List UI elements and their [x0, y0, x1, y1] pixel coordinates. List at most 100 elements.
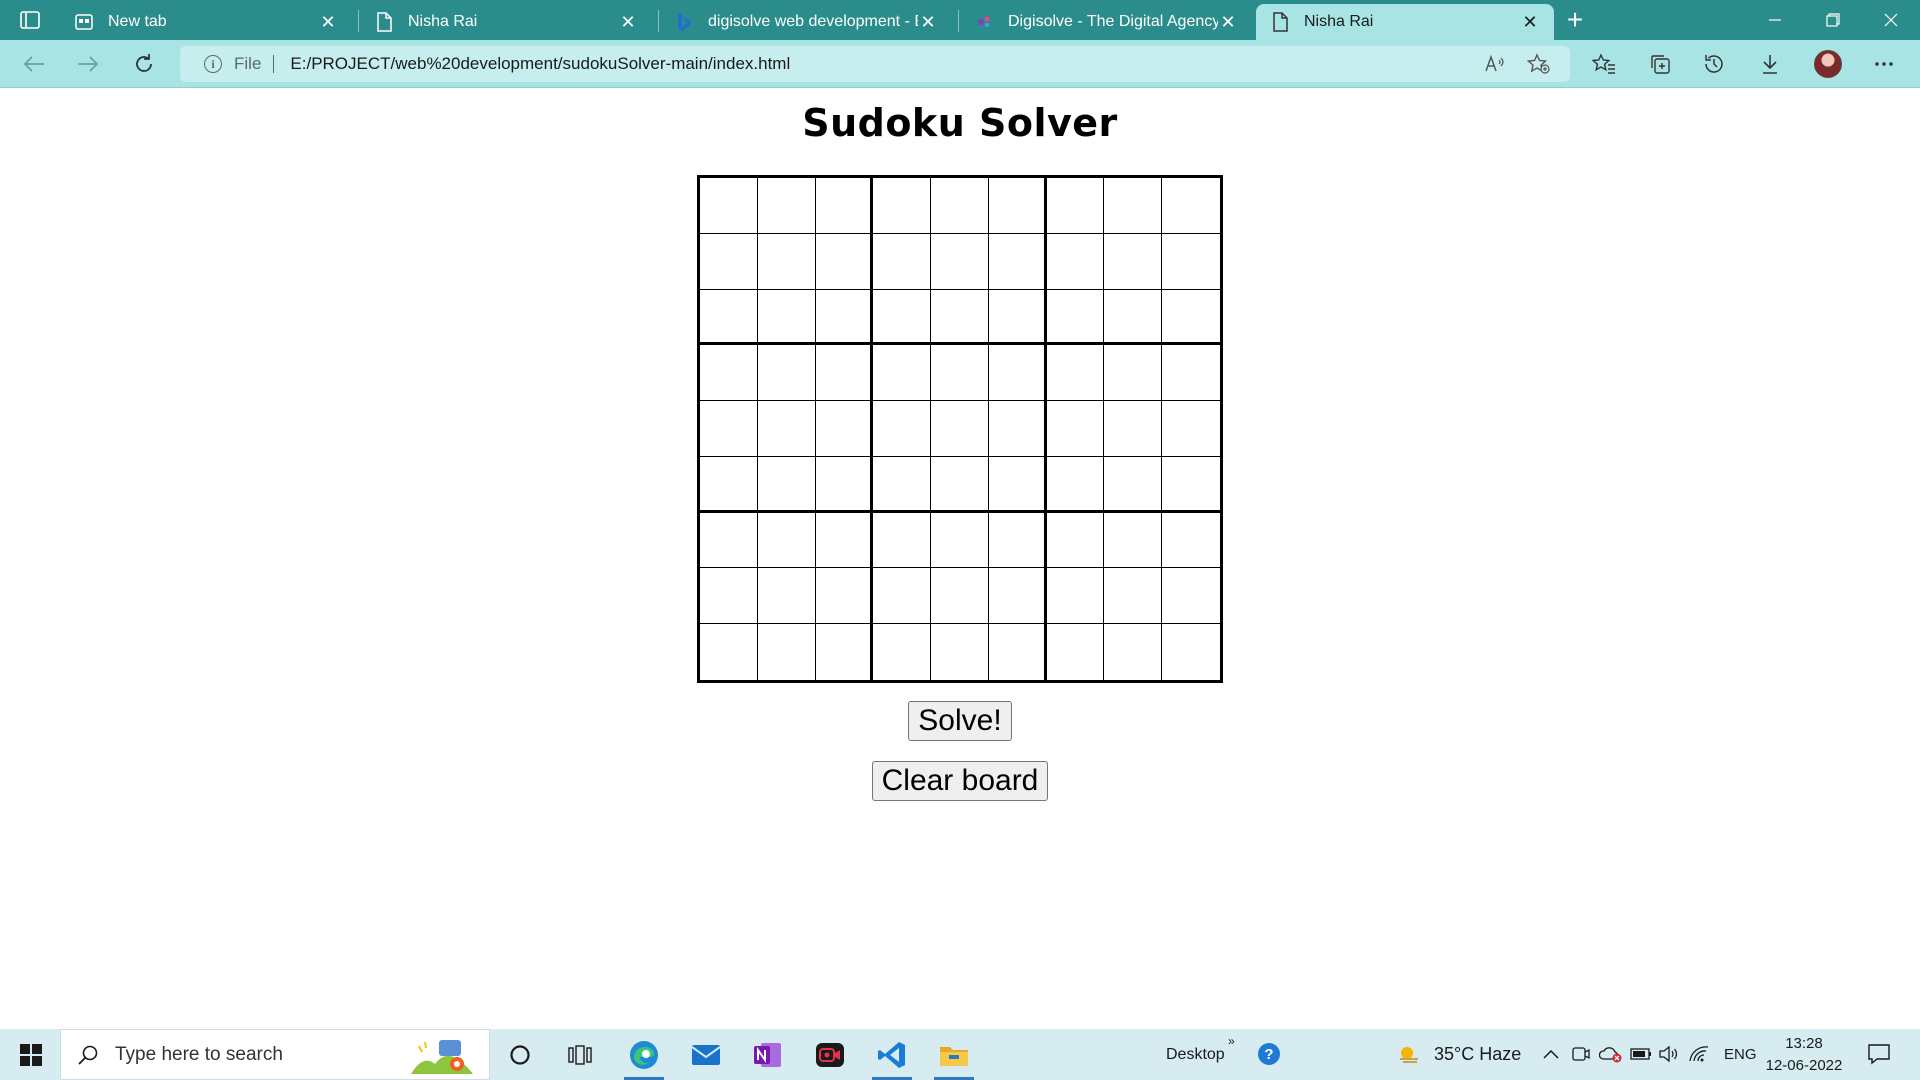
sudoku-cell[interactable]	[1162, 233, 1220, 290]
sudoku-cell[interactable]	[931, 456, 989, 513]
sudoku-cell[interactable]	[931, 401, 989, 457]
tab-digisolve[interactable]: Digisolve - The Digital Agency fo ✕	[960, 4, 1252, 40]
toolbar-overflow-icon[interactable]: »	[1228, 1015, 1235, 1066]
sudoku-cell[interactable]	[815, 568, 874, 625]
edge-taskbar-button[interactable]	[616, 1029, 672, 1080]
onedrive-error-icon[interactable]	[1598, 1041, 1624, 1067]
sudoku-cell[interactable]	[757, 512, 816, 569]
sudoku-cell[interactable]	[757, 456, 816, 513]
sudoku-cell[interactable]	[1104, 345, 1163, 402]
sudoku-cell[interactable]	[1046, 178, 1105, 234]
recorder-taskbar-button[interactable]	[802, 1029, 858, 1080]
restore-button[interactable]	[1804, 0, 1862, 40]
profile-avatar[interactable]	[1814, 50, 1842, 78]
sudoku-cell[interactable]	[988, 345, 1047, 402]
solve-button[interactable]: Solve!	[908, 701, 1012, 741]
sudoku-cell[interactable]	[700, 624, 758, 680]
language-indicator[interactable]: ENG	[1724, 1029, 1757, 1080]
sudoku-cell[interactable]	[757, 568, 816, 625]
battery-icon[interactable]	[1628, 1041, 1654, 1067]
sudoku-cell[interactable]	[988, 456, 1047, 513]
sudoku-cell[interactable]	[1162, 456, 1220, 513]
sudoku-cell[interactable]	[757, 401, 816, 457]
sudoku-cell[interactable]	[700, 512, 758, 569]
new-tab-button[interactable]: +	[1556, 4, 1594, 35]
history-button[interactable]	[1698, 48, 1730, 80]
wifi-icon[interactable]	[1686, 1041, 1712, 1067]
sudoku-cell[interactable]	[931, 512, 989, 569]
sudoku-cell[interactable]	[757, 345, 816, 402]
sudoku-cell[interactable]	[1104, 568, 1163, 625]
read-aloud-icon[interactable]	[1482, 52, 1508, 76]
file-explorer-taskbar-button[interactable]	[926, 1029, 982, 1080]
sudoku-cell[interactable]	[1046, 345, 1105, 402]
desktop-toolbar-label[interactable]: Desktop	[1166, 1029, 1225, 1080]
sudoku-cell[interactable]	[1104, 178, 1163, 234]
sudoku-cell[interactable]	[815, 178, 874, 234]
sudoku-cell[interactable]	[931, 624, 989, 680]
tab-bing-search[interactable]: digisolve web development - Bin ✕	[660, 4, 952, 40]
sudoku-cell[interactable]	[700, 178, 758, 234]
sudoku-cell[interactable]	[1046, 624, 1105, 680]
sudoku-cell[interactable]	[1104, 624, 1163, 680]
sudoku-cell[interactable]	[757, 178, 816, 234]
refresh-button[interactable]	[126, 46, 162, 82]
sudoku-cell[interactable]	[757, 289, 816, 346]
forward-button[interactable]	[70, 46, 106, 82]
start-button[interactable]	[6, 1029, 56, 1080]
sudoku-cell[interactable]	[1162, 401, 1220, 457]
sudoku-cell[interactable]	[1046, 289, 1105, 346]
sudoku-cell[interactable]	[873, 568, 932, 625]
sudoku-cell[interactable]	[988, 512, 1047, 569]
sudoku-cell[interactable]	[931, 233, 989, 290]
sudoku-cell[interactable]	[873, 345, 932, 402]
sudoku-cell[interactable]	[873, 289, 932, 346]
mail-taskbar-button[interactable]	[678, 1029, 734, 1080]
collections-button[interactable]	[1644, 48, 1676, 80]
sudoku-cell[interactable]	[1046, 233, 1105, 290]
help-button[interactable]: ?	[1256, 1041, 1282, 1067]
tab-nisha-rai-active[interactable]: Nisha Rai ✕	[1256, 4, 1554, 40]
onenote-taskbar-button[interactable]	[740, 1029, 796, 1080]
sudoku-cell[interactable]	[1162, 178, 1220, 234]
add-favorite-icon[interactable]	[1526, 52, 1552, 76]
taskbar-search[interactable]: Type here to search	[60, 1029, 490, 1080]
sudoku-cell[interactable]	[815, 401, 874, 457]
sudoku-cell[interactable]	[873, 233, 932, 290]
chevron-up-icon[interactable]	[1538, 1041, 1564, 1067]
sudoku-cell[interactable]	[1046, 401, 1105, 457]
minimize-button[interactable]	[1746, 0, 1804, 40]
sudoku-cell[interactable]	[873, 624, 932, 680]
sudoku-cell[interactable]	[1104, 289, 1163, 346]
tab-actions-button[interactable]	[12, 6, 48, 34]
sudoku-cell[interactable]	[815, 233, 874, 290]
sudoku-cell[interactable]	[700, 568, 758, 625]
sudoku-cell[interactable]	[1046, 512, 1105, 569]
clear-board-button[interactable]: Clear board	[872, 761, 1048, 801]
address-url[interactable]: E:/PROJECT/web%20development/sudokuSolve…	[290, 54, 790, 74]
close-icon[interactable]: ✕	[1520, 12, 1540, 32]
sudoku-cell[interactable]	[1162, 512, 1220, 569]
sudoku-cell[interactable]	[815, 289, 874, 346]
sudoku-cell[interactable]	[700, 233, 758, 290]
sudoku-cell[interactable]	[931, 289, 989, 346]
sudoku-cell[interactable]	[1162, 289, 1220, 346]
sudoku-cell[interactable]	[757, 624, 816, 680]
sudoku-cell[interactable]	[757, 233, 816, 290]
notifications-icon[interactable]	[1866, 1041, 1892, 1067]
favorites-button[interactable]	[1588, 48, 1620, 80]
settings-menu-button[interactable]	[1868, 48, 1900, 80]
cortana-button[interactable]	[492, 1029, 548, 1080]
sudoku-cell[interactable]	[988, 289, 1047, 346]
sudoku-cell[interactable]	[931, 178, 989, 234]
weather-text[interactable]: 35°C Haze	[1434, 1029, 1521, 1080]
sudoku-cell[interactable]	[815, 512, 874, 569]
vscode-taskbar-button[interactable]	[864, 1029, 920, 1080]
sudoku-cell[interactable]	[1162, 568, 1220, 625]
close-icon[interactable]: ✕	[618, 12, 638, 32]
sudoku-cell[interactable]	[931, 345, 989, 402]
sudoku-cell[interactable]	[988, 178, 1047, 234]
weather-icon[interactable]	[1396, 1041, 1422, 1067]
sudoku-cell[interactable]	[1046, 456, 1105, 513]
sudoku-cell[interactable]	[815, 345, 874, 402]
